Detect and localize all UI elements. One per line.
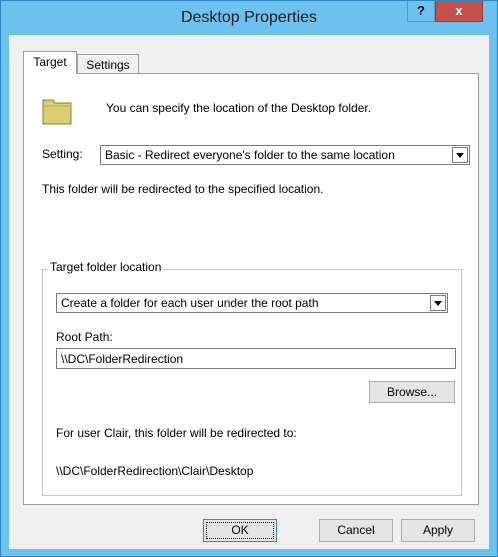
chevron-down-icon[interactable] [452,147,468,163]
root-path-input[interactable]: \\DC\FolderRedirection [56,348,456,369]
intro-text: You can specify the location of the Desk… [106,101,372,115]
folder-icon [42,99,72,125]
location-dropdown[interactable]: Create a folder for each user under the … [56,293,448,313]
close-button[interactable]: x [435,1,483,22]
dialog-window: Desktop Properties ? x Target Settings Y… [0,0,498,557]
setting-label: Setting: [42,147,83,161]
group-title: Target folder location [48,260,164,274]
dialog-client-area: Target Settings You can specify the loca… [9,35,489,549]
ok-button[interactable]: OK [203,519,277,542]
title-bar[interactable]: Desktop Properties ? x [1,1,497,35]
target-tab-panel: You can specify the location of the Desk… [23,73,479,505]
setting-dropdown-value: Basic - Redirect everyone's folder to th… [105,148,395,162]
tab-target[interactable]: Target [23,51,77,74]
help-button[interactable]: ? [407,1,435,22]
setting-dropdown[interactable]: Basic - Redirect everyone's folder to th… [100,145,470,165]
root-path-label: Root Path: [56,330,113,344]
redirect-description: This folder will be redirected to the sp… [42,182,324,196]
resolved-path: \\DC\FolderRedirection\Clair\Desktop [56,464,254,478]
tab-settings[interactable]: Settings [77,54,139,74]
for-user-text: For user Clair, this folder will be redi… [56,426,297,440]
location-dropdown-value: Create a folder for each user under the … [61,296,319,310]
browse-button[interactable]: Browse... [369,381,455,403]
cancel-button[interactable]: Cancel [319,519,393,542]
root-path-value: \\DC\FolderRedirection [61,352,184,366]
chevron-down-icon[interactable] [430,295,446,311]
apply-button[interactable]: Apply [401,519,475,542]
